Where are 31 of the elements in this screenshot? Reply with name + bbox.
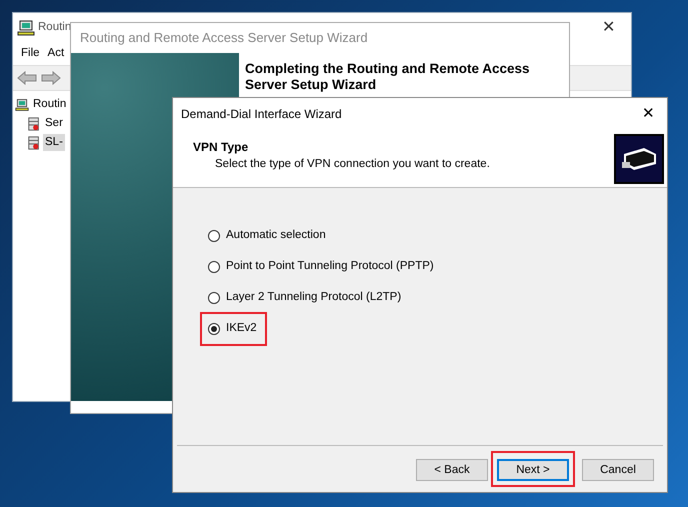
window-title: Routing and Remote Access Server Setup Wizard (79, 29, 369, 48)
radio-option[interactable]: IKEv2 (208, 318, 257, 340)
network-device-icon (614, 134, 664, 184)
back-arrow-icon[interactable] (17, 71, 37, 85)
forward-arrow-icon[interactable] (41, 71, 61, 85)
dialog-title: Demand-Dial Interface Wizard (181, 106, 342, 123)
wizard-button[interactable]: Cancel (582, 459, 654, 482)
server-icon (27, 116, 41, 130)
computer-icon (17, 19, 35, 37)
radio-button[interactable] (208, 230, 220, 242)
radio-option[interactable]: Layer 2 Tunneling Protocol (L2TP) (208, 287, 402, 309)
page-heading: VPN Type (193, 139, 250, 156)
page-description: Select the type of VPN connection you want to create. (214, 157, 490, 172)
menu-item[interactable]: Act (48, 45, 64, 63)
wizard-heading: Completing the Routing and Remote Access Server Setup Wizard (245, 61, 531, 93)
tree-item[interactable]: Ser (43, 114, 65, 132)
tree-item[interactable]: SL- (43, 134, 65, 152)
window-title: Routin (38, 20, 72, 36)
radio-button[interactable] (208, 323, 220, 335)
radio-option[interactable]: Point to Point Tunneling Protocol (PPTP) (208, 256, 434, 278)
server-icon (27, 136, 41, 150)
radio-button[interactable] (208, 261, 220, 273)
radio-button[interactable] (208, 292, 220, 304)
computer-icon (15, 98, 29, 112)
close-button[interactable]: ✕ (642, 102, 655, 126)
close-button[interactable]: ✕ (602, 16, 615, 40)
menu-item[interactable]: File (21, 45, 40, 63)
radio-option[interactable]: Automatic selection (208, 225, 326, 247)
tree-item[interactable]: Routin (31, 96, 68, 114)
wizard-button[interactable]: < Back (416, 459, 488, 482)
wizard-button[interactable]: Next > (497, 459, 569, 482)
